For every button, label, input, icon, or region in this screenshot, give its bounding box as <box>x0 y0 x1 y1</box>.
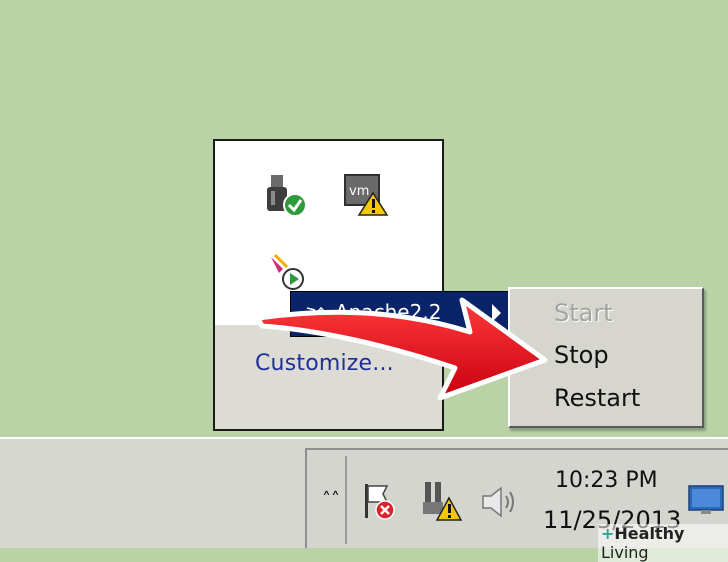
apache-monitor-icon[interactable] <box>265 251 309 295</box>
service-context-menu: Start Stop Restart <box>508 287 704 428</box>
menu-item-start[interactable]: Start <box>554 299 613 327</box>
show-desktop-icon[interactable] <box>687 480 727 520</box>
apache-feather-icon <box>306 306 327 325</box>
svg-text:vm: vm <box>349 184 369 199</box>
action-center-flag-icon[interactable] <box>359 480 399 524</box>
clock-time[interactable]: 10:23 PM <box>555 468 658 493</box>
usb-safely-remove-icon[interactable] <box>263 171 313 219</box>
menu-item-stop[interactable]: Stop <box>554 341 609 369</box>
network-warning-icon[interactable] <box>419 478 463 524</box>
vmware-warning-icon[interactable]: vm <box>343 171 393 219</box>
submenu-arrow-icon <box>492 304 501 322</box>
customize-link[interactable]: Customize... <box>255 351 394 376</box>
apache-service-label: Apache2.2 <box>335 300 442 324</box>
show-hidden-icons-button[interactable]: ˄˄ <box>317 456 347 544</box>
popup-footer: Customize... <box>215 325 442 429</box>
notification-overflow-popup: vm Customize... <box>213 139 444 431</box>
menu-item-restart[interactable]: Restart <box>554 384 640 412</box>
apache-service-menu-item[interactable]: Apache2.2 <box>290 291 510 337</box>
plus-icon: + <box>601 524 615 543</box>
chevron-up-icon: ˄˄ <box>322 489 340 510</box>
volume-icon[interactable] <box>479 484 519 520</box>
healthy-living-watermark: +Healthy Living <box>598 524 728 562</box>
